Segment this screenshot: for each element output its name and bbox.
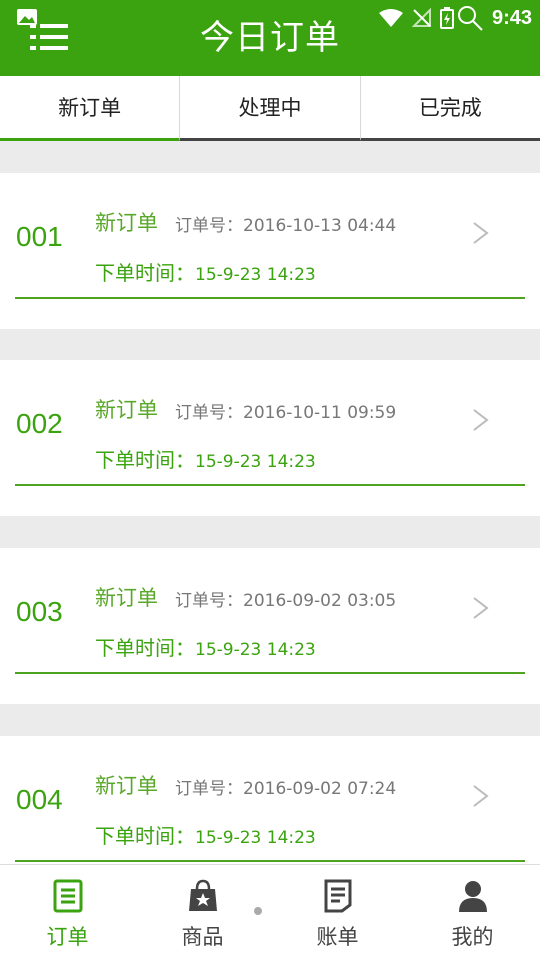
chevron-right-icon bbox=[473, 222, 489, 244]
order-time: 下单时间：15-9-23 14:23 bbox=[95, 448, 316, 472]
order-number: 002 bbox=[16, 408, 63, 439]
divider bbox=[15, 484, 525, 486]
order-id: 订单号：2016-09-02 03:05 bbox=[175, 591, 397, 611]
bill-icon bbox=[324, 879, 351, 913]
order-item[interactable]: 001 新订单 订单号：2016-10-13 04:44 下单时间：15-9-2… bbox=[0, 173, 540, 329]
search-icon[interactable] bbox=[456, 4, 484, 32]
order-number: 003 bbox=[16, 596, 63, 627]
order-status: 新订单 bbox=[95, 774, 158, 798]
bottom-nav: 订单 商品 账单 我的 bbox=[0, 864, 540, 960]
order-item[interactable]: 003 新订单 订单号：2016-09-02 03:05 下单时间：15-9-2… bbox=[0, 548, 540, 704]
divider bbox=[15, 297, 525, 299]
chevron-right-icon bbox=[473, 597, 489, 619]
order-status: 新订单 bbox=[95, 398, 158, 422]
order-status: 新订单 bbox=[95, 211, 158, 235]
battery-charging-icon bbox=[439, 7, 454, 29]
chevron-right-icon bbox=[473, 785, 489, 807]
nav-label: 账单 bbox=[316, 925, 359, 949]
status-time: 9:43 bbox=[491, 6, 532, 29]
order-id: 订单号：2016-09-02 07:24 bbox=[175, 779, 397, 799]
nav-label: 订单 bbox=[46, 925, 89, 949]
tab-new-orders[interactable]: 新订单 bbox=[0, 76, 181, 141]
tab-processing[interactable]: 处理中 bbox=[180, 76, 361, 141]
order-number: 004 bbox=[16, 784, 63, 815]
touch-indicator bbox=[254, 907, 262, 915]
order-id: 订单号：2016-10-13 04:44 bbox=[175, 216, 397, 236]
tab-completed[interactable]: 已完成 bbox=[360, 76, 540, 141]
wifi-icon bbox=[378, 9, 403, 27]
divider bbox=[15, 672, 525, 674]
order-tabs: 新订单 处理中 已完成 bbox=[0, 76, 540, 141]
order-status: 新订单 bbox=[95, 586, 158, 610]
order-time: 下单时间：15-9-23 14:23 bbox=[95, 824, 316, 848]
nav-item-orders[interactable]: 订单 bbox=[0, 865, 135, 960]
app-header: 今日订单 9:43 bbox=[0, 0, 540, 76]
order-item[interactable]: 002 新订单 订单号：2016-10-11 09:59 下单时间：15-9-2… bbox=[0, 360, 540, 516]
order-id: 订单号：2016-10-11 09:59 bbox=[175, 403, 397, 423]
divider bbox=[15, 860, 525, 862]
nav-label: 我的 bbox=[451, 925, 494, 949]
orders-icon bbox=[53, 879, 82, 913]
nav-item-bills[interactable]: 账单 bbox=[270, 865, 405, 960]
chevron-right-icon bbox=[473, 409, 489, 431]
status-bar: 9:43 bbox=[378, 4, 532, 32]
goods-bag-icon bbox=[188, 879, 217, 911]
order-time: 下单时间：15-9-23 14:23 bbox=[95, 636, 316, 660]
profile-icon bbox=[458, 881, 487, 912]
nav-label: 商品 bbox=[181, 925, 224, 949]
nav-item-profile[interactable]: 我的 bbox=[405, 865, 540, 960]
order-number: 001 bbox=[16, 221, 63, 252]
no-signal-icon bbox=[411, 8, 431, 27]
order-time: 下单时间：15-9-23 14:23 bbox=[95, 261, 316, 285]
nav-item-goods[interactable]: 商品 bbox=[135, 865, 270, 960]
